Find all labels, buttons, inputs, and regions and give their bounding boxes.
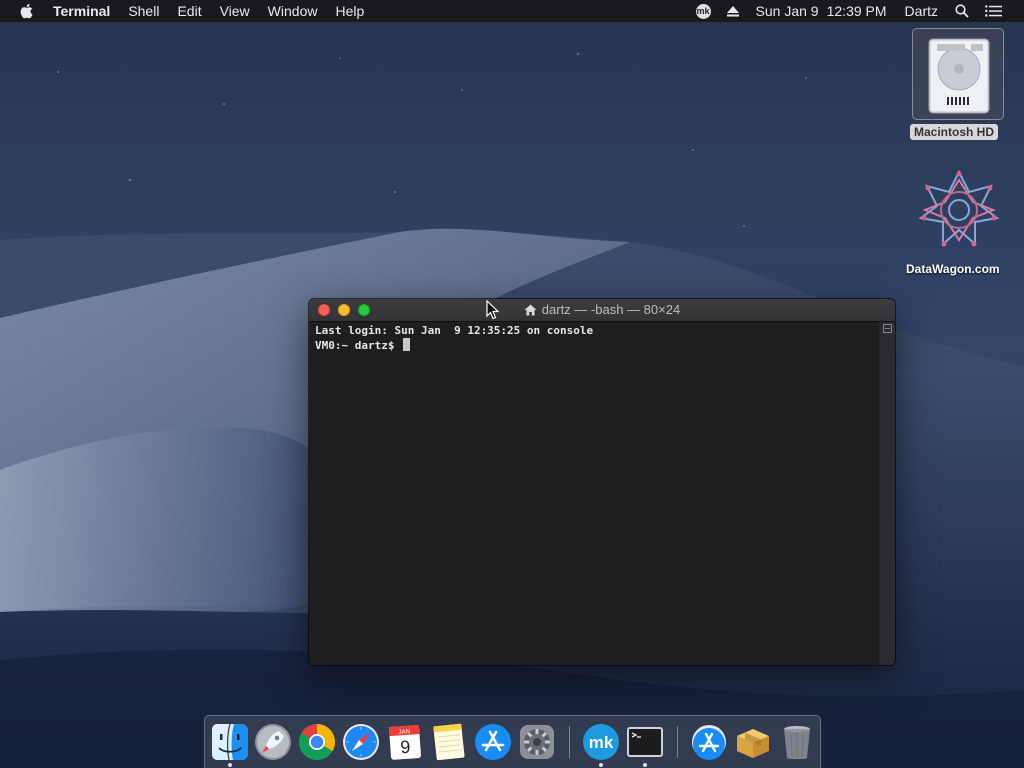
datawagon-icon[interactable] (914, 168, 1004, 252)
text-cursor (403, 338, 411, 351)
terminal-line-login: Last login: Sun Jan 9 12:35:25 on consol… (315, 324, 594, 337)
dock-separator (677, 726, 678, 758)
terminal-prompt: VM0:~ dartz$ (315, 339, 402, 352)
macintosh-hd-label[interactable]: Macintosh HD (910, 124, 999, 140)
calendar-icon[interactable]: JAN 9 (385, 722, 425, 762)
terminal-titlebar[interactable]: dartz — -bash — 80×24 (309, 299, 895, 322)
mk-app-label: mk (589, 733, 614, 752)
running-indicator (228, 763, 232, 767)
menu-window[interactable]: Window (259, 0, 327, 22)
calendar-day: 9 (400, 737, 411, 758)
terminal-icon[interactable] (625, 722, 665, 767)
spotlight-search-icon[interactable] (947, 0, 977, 22)
menubar-date[interactable]: Sun Jan 9 (747, 0, 823, 22)
apple-menu-icon[interactable] (19, 3, 35, 19)
mk-app-icon[interactable]: mk (581, 722, 621, 767)
menubar-time[interactable]: 12:39 PM (823, 0, 896, 22)
window-title: dartz — -bash — 80×24 (309, 299, 895, 321)
mk-badge-label: mk (695, 3, 711, 19)
notification-center-icon[interactable] (977, 0, 1024, 22)
terminal-window[interactable]: dartz — -bash — 80×24 Last login: Sun Ja… (309, 299, 895, 665)
macintosh-hd-selection[interactable] (912, 28, 1004, 120)
running-indicator (643, 763, 647, 767)
calendar-month: JAN (398, 729, 410, 736)
menu-view[interactable]: View (211, 0, 259, 22)
menu-app-name[interactable]: Terminal (44, 0, 119, 22)
launchpad-icon[interactable] (253, 722, 293, 762)
menu-help[interactable]: Help (326, 0, 373, 22)
home-icon (524, 304, 537, 316)
running-indicator (599, 763, 603, 767)
terminal-prompt-line[interactable]: VM0:~ dartz$ (315, 338, 879, 353)
eject-icon[interactable] (719, 0, 747, 22)
chrome-icon[interactable] (297, 722, 337, 762)
menubar-user[interactable]: Dartz (896, 0, 947, 22)
datawagon-label[interactable]: DataWagon.com (906, 262, 1000, 276)
notes-icon[interactable] (429, 722, 469, 762)
safari-icon[interactable] (341, 722, 381, 762)
dock-separator (569, 726, 570, 758)
hard-drive-icon (928, 38, 990, 114)
menu-bar: Terminal Shell Edit View Window Help mk … (0, 0, 1024, 22)
app-store-icon[interactable] (473, 722, 513, 762)
finder-icon[interactable] (210, 722, 250, 767)
package-installer-icon[interactable] (733, 722, 773, 762)
system-preferences-icon[interactable] (517, 722, 557, 762)
terminal-scrollbar[interactable] (879, 322, 895, 665)
window-title-text: dartz — -bash — 80×24 (541, 302, 681, 317)
terminal-output[interactable]: Last login: Sun Jan 9 12:35:25 on consol… (309, 322, 879, 665)
menu-edit[interactable]: Edit (168, 0, 210, 22)
split-pane-button[interactable] (883, 324, 892, 333)
trash-icon[interactable] (777, 722, 817, 762)
app-store-downloads-icon[interactable] (689, 722, 729, 762)
menu-shell[interactable]: Shell (119, 0, 168, 22)
mouse-pointer-icon (486, 300, 500, 320)
mk-status-icon[interactable]: mk (688, 0, 719, 22)
dock: JAN 9 mk (204, 715, 821, 768)
